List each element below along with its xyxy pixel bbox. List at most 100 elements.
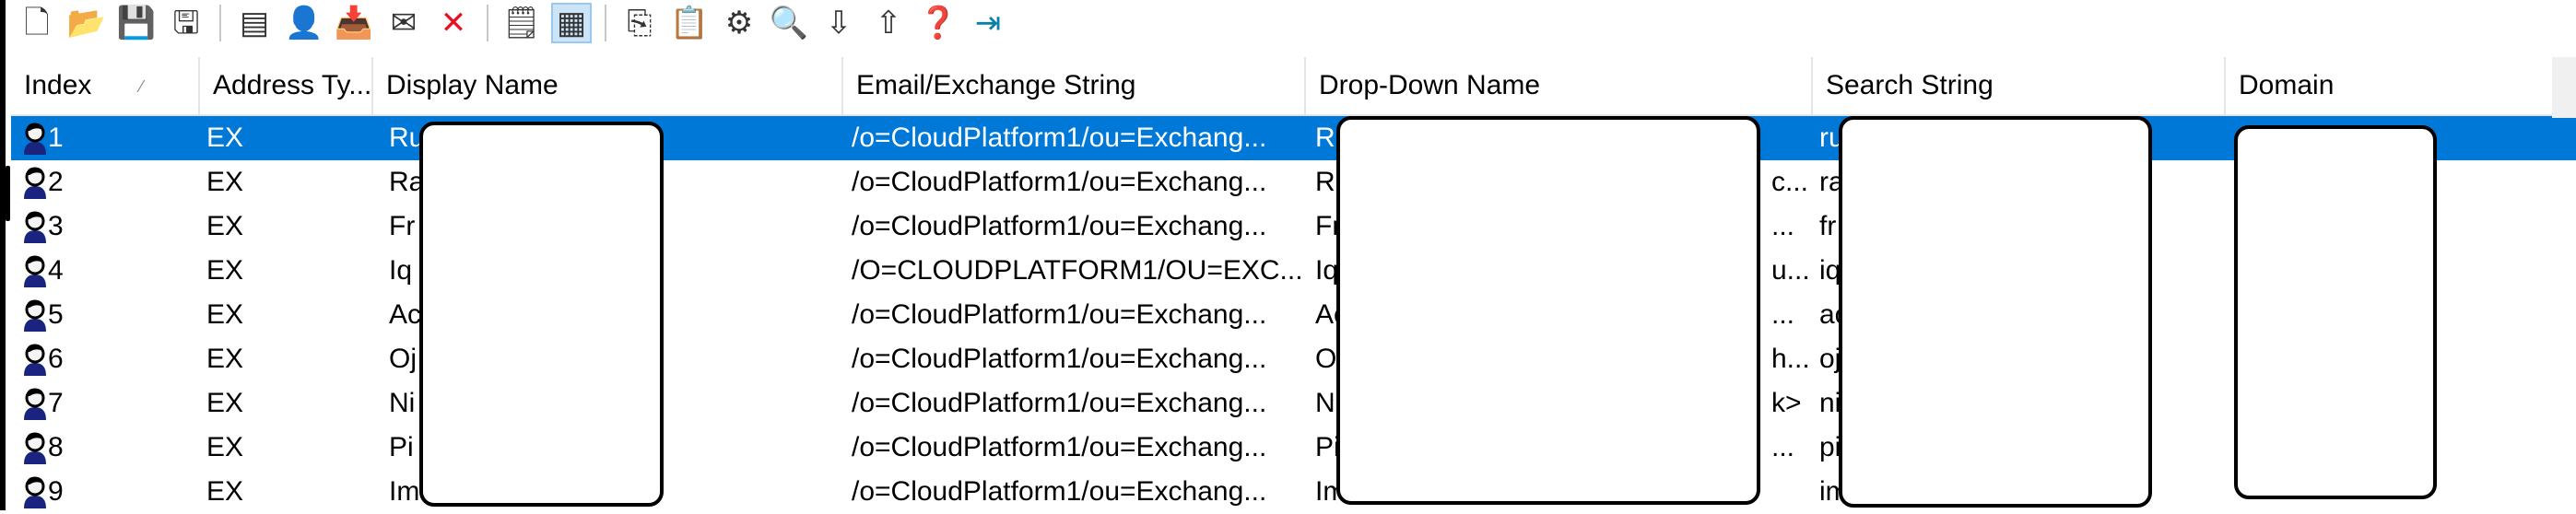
cell-email: /o=CloudPlatform1/ou=Exchang... <box>852 167 1267 197</box>
help-icon[interactable]: ❓ <box>918 3 959 43</box>
toolbar-separator <box>219 5 221 41</box>
user-icon <box>24 432 46 464</box>
save-icon[interactable]: 💾 <box>116 3 157 43</box>
mail-add-icon[interactable]: ✉ <box>383 3 424 43</box>
column-header-label: Drop-Down Name <box>1319 70 1541 100</box>
cell-index: 5 <box>48 299 64 330</box>
cell-display: Im <box>389 476 420 507</box>
column-header-label: Display Name <box>386 70 559 100</box>
settings-icon[interactable]: ⚙ <box>719 3 759 43</box>
toolbar: 🗋 📂 💾 🖫 ▤ 👤 📥 ✉ ✕ 🗒 ▦ ⎘ 📋 ⚙ 🔍 ⇩ ⇧ ❓ ⇥ <box>17 0 1008 46</box>
cell-type: EX <box>206 344 244 374</box>
cell-display: Oj <box>389 344 417 374</box>
sort-indicator-icon: ⁄ <box>139 77 143 96</box>
cell-email: /o=CloudPlatform1/ou=Exchang... <box>852 211 1267 241</box>
toolbar-separator <box>487 5 488 41</box>
cell-display: Iq <box>389 255 413 286</box>
cell-type: EX <box>206 167 244 197</box>
cell-display: Ni <box>389 388 416 418</box>
user-icon <box>24 211 46 243</box>
cell-dropdown-tail: ... <box>1771 299 1795 330</box>
column-header-type[interactable]: Address Ty... <box>200 57 373 114</box>
user-icon <box>24 255 46 287</box>
cell-dropdown-tail: u... <box>1771 255 1810 286</box>
cell-index: 8 <box>48 432 64 462</box>
cell-search: fr <box>1819 211 1837 241</box>
save-export-icon[interactable]: 🖫 <box>166 3 206 43</box>
table-row[interactable]: 6 EX Oj/o=CloudPlatform1/ou=Exchang... Ooj h… <box>11 337 2576 381</box>
redaction-box <box>1336 116 1760 505</box>
cell-search: ni <box>1819 388 1841 418</box>
cell-email: /o=CloudPlatform1/ou=Exchang... <box>852 123 1267 153</box>
window-edge-marker <box>6 166 10 221</box>
column-header-email[interactable]: Email/Exchange String <box>843 57 1306 114</box>
cell-display: Ac <box>389 299 422 330</box>
user-icon <box>24 123 46 155</box>
delete-icon[interactable]: ✕ <box>433 3 474 43</box>
user-icon <box>24 388 46 420</box>
add-user-icon[interactable]: 👤 <box>284 3 324 43</box>
new-icon[interactable]: 🗋 <box>17 3 57 43</box>
cell-email: /o=CloudPlatform1/ou=Exchang... <box>852 299 1267 330</box>
find-icon[interactable]: 🔍 <box>769 3 809 43</box>
redaction-box <box>1839 116 2152 508</box>
column-header-label: Search String <box>1826 70 1994 100</box>
grid-view-icon[interactable]: ▦ <box>551 3 592 43</box>
cell-type: EX <box>206 388 244 418</box>
column-header-search[interactable]: Search String <box>1813 57 2226 114</box>
cell-dropdown-tail: h... <box>1771 344 1810 374</box>
cell-type: EX <box>206 255 244 286</box>
cell-type: EX <box>206 432 244 462</box>
table-row[interactable]: 8 EX Pi/o=CloudPlatform1/ou=Exchang... Pi pi… <box>11 426 2576 470</box>
cell-dropdown: O <box>1315 344 1337 374</box>
column-header-label: Domain <box>2239 70 2335 100</box>
column-header-dropdown[interactable]: Drop-Down Name <box>1306 57 1813 114</box>
scrollbar-top[interactable] <box>2552 57 2576 118</box>
exit-icon[interactable]: ⇥ <box>968 3 1008 43</box>
cell-index: 9 <box>48 476 64 507</box>
details-view-icon[interactable]: 🗒 <box>501 3 542 43</box>
arrow-up-icon[interactable]: ⇧ <box>868 3 909 43</box>
copy-icon[interactable]: ⎘ <box>619 3 660 43</box>
table-row[interactable]: 1 EX Ru/o=CloudPlatform1/ou=Exchang... Ru ru <box>11 116 2576 160</box>
cell-dropdown: Iq <box>1315 255 1339 286</box>
import-icon[interactable]: 📥 <box>334 3 374 43</box>
cell-index: 1 <box>48 123 64 153</box>
cell-index: 7 <box>48 388 64 418</box>
cell-type: EX <box>206 476 244 507</box>
user-icon <box>24 476 46 508</box>
table-row[interactable]: 4 EX Iq/O=CLOUDPLATFORM1/OU=EXC... Iq iq u... <box>11 249 2576 293</box>
user-icon <box>24 167 46 199</box>
column-header-domain[interactable]: Domain <box>2226 57 2576 114</box>
cell-search: oj <box>1819 344 1841 374</box>
cell-dropdown-tail: c... <box>1771 167 1809 197</box>
cell-display: Pi <box>389 432 414 462</box>
table-row[interactable]: 7 EX Ni/o=CloudPlatform1/ou=Exchang... Ni ni… <box>11 381 2576 426</box>
redaction-box <box>2234 125 2437 499</box>
cell-email: /o=CloudPlatform1/ou=Exchang... <box>852 476 1267 507</box>
cell-dropdown-tail: ... <box>1771 211 1795 241</box>
column-header-label: Email/Exchange String <box>856 70 1136 100</box>
cell-email: /o=CloudPlatform1/ou=Exchang... <box>852 344 1267 374</box>
arrow-down-icon[interactable]: ⇩ <box>818 3 859 43</box>
table-row[interactable]: 5 EX Ac/o=CloudPlatform1/ou=Exchang... Ac ac… <box>11 293 2576 337</box>
column-header-index[interactable]: Index ⁄ <box>11 57 200 114</box>
properties-icon[interactable]: ▤ <box>234 3 275 43</box>
window-left-edge <box>0 0 6 510</box>
cell-type: EX <box>206 299 244 330</box>
column-header-row: Index ⁄ Address Ty... Display Name Email/Exc… <box>11 57 2576 116</box>
table-row[interactable]: 2 EX Ra/o=CloudPlatform1/ou=Exchang... Ra ra… <box>11 160 2576 204</box>
cell-index: 2 <box>48 167 64 197</box>
open-folder-icon[interactable]: 📂 <box>66 3 107 43</box>
table-row[interactable]: 9 EX Im/o=CloudPlatform1/ou=Exchang... Im im <box>11 470 2576 514</box>
cell-dropdown-tail: k> <box>1771 388 1802 418</box>
cell-type: EX <box>206 211 244 241</box>
user-icon <box>24 344 46 376</box>
cell-index: 6 <box>48 344 64 374</box>
cell-search: pi <box>1819 432 1841 462</box>
cell-display: Fr <box>389 211 416 241</box>
column-header-display[interactable]: Display Name <box>373 57 843 114</box>
table-row[interactable]: 3 EX Fr/o=CloudPlatform1/ou=Exchang... Fr fr… <box>11 204 2576 249</box>
column-header-label: Address Ty... <box>213 70 372 100</box>
paste-icon[interactable]: 📋 <box>669 3 710 43</box>
